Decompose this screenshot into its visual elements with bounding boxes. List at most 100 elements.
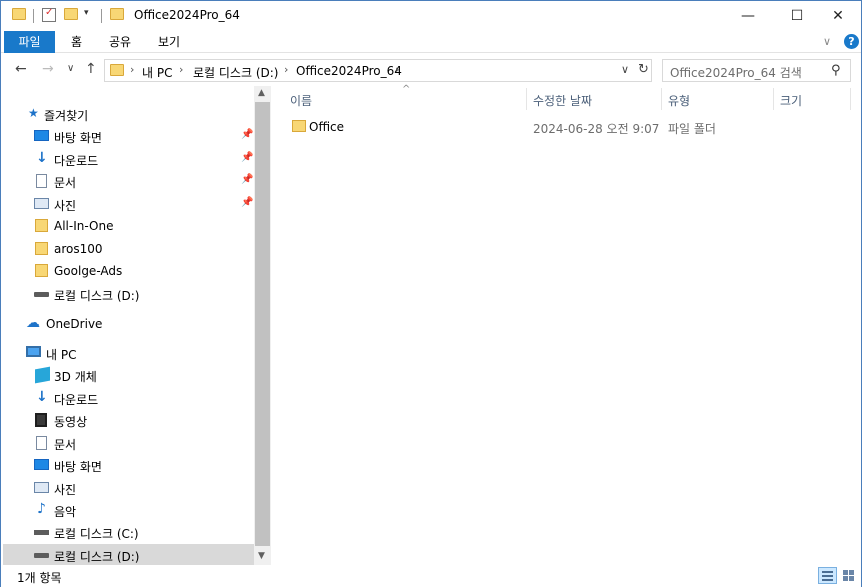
item-count: 1개 항목 [17, 571, 62, 585]
desktop-icon [34, 459, 49, 470]
help-icon[interactable]: ? [844, 34, 859, 49]
sidebar-item-label: 로컬 디스크 (D:) [54, 289, 140, 303]
breadcrumb-current-folder[interactable]: Office2024Pro_64 [296, 64, 402, 78]
sidebar-item-quick-access[interactable]: ★ 즐겨찾기 [3, 103, 254, 125]
quick-access-toolbar-dropdown-icon[interactable]: ▾ [84, 8, 89, 18]
sidebar-item-local-disk-d[interactable]: 로컬 디스크 (D:) [3, 544, 254, 565]
sidebar-item-label: 로컬 디스크 (D:) [54, 550, 140, 564]
forward-button[interactable]: → [42, 61, 54, 77]
column-divider[interactable] [661, 88, 662, 110]
sidebar-item-all-in-one[interactable]: All-In-One [3, 215, 254, 237]
document-icon [36, 436, 47, 450]
folder-icon [35, 219, 48, 232]
scroll-up-icon[interactable]: ▲ [258, 88, 265, 98]
sidebar-item-label: 사진 [54, 199, 77, 213]
pictures-icon [34, 482, 49, 493]
large-icons-view-button[interactable] [840, 567, 857, 584]
file-date-modified: 2024-06-28 오전 9:07 [533, 122, 660, 136]
folder-icon [35, 264, 48, 277]
breadcrumb-local-disk-d[interactable]: 로컬 디스크 (D:) [193, 64, 278, 81]
sidebar-item-documents[interactable]: 문서 📌 [3, 170, 254, 192]
tab-share[interactable]: 공유 [109, 31, 131, 53]
sidebar-item-downloads[interactable]: ↓ 다운로드 📌 [3, 148, 254, 170]
sidebar-item-local-disk-d-quick[interactable]: 로컬 디스크 (D:) [3, 283, 254, 305]
tab-home[interactable]: 홈 [71, 31, 82, 53]
sidebar-item-pc-desktop[interactable]: 바탕 화면 [3, 454, 254, 476]
search-box[interactable]: Office2024Pro_64 검색 ⚲ [662, 59, 851, 82]
sidebar-item-goolge-ads[interactable]: Goolge-Ads [3, 260, 254, 282]
status-bar: 1개 항목 [1, 565, 861, 587]
search-input[interactable]: Office2024Pro_64 검색 [670, 64, 802, 81]
column-header-size[interactable]: 크기 [780, 92, 802, 109]
sidebar-item-pc-documents[interactable]: 문서 [3, 432, 254, 454]
navigation-bar: ← → ∨ ↑ › 내 PC › 로컬 디스크 (D:) › Office202… [1, 57, 861, 85]
properties-icon[interactable]: ✓ [42, 7, 56, 22]
large-icons-view-icon [843, 570, 848, 575]
column-header-type[interactable]: 유형 [668, 92, 690, 109]
sidebar-item-3d-objects[interactable]: 3D 개체 [3, 364, 254, 386]
breadcrumb-separator[interactable]: › [130, 63, 134, 76]
sidebar-item-label: 음악 [54, 505, 77, 519]
address-bar[interactable]: › 내 PC › 로컬 디스크 (D:) › Office2024Pro_64 … [104, 59, 652, 82]
sidebar-item-pictures[interactable]: 사진 📌 [3, 193, 254, 215]
desktop-icon [34, 130, 49, 141]
sidebar-item-pc-pictures[interactable]: 사진 [3, 477, 254, 499]
breadcrumb-separator[interactable]: › [395, 63, 399, 76]
sidebar-item-label: 바탕 화면 [54, 131, 102, 145]
column-header-name[interactable]: 이름 [290, 92, 312, 109]
navigation-pane-scrollbar[interactable]: ▲ ▼ [254, 86, 271, 565]
expand-ribbon-icon[interactable]: ∨ [823, 35, 831, 48]
sidebar-item-this-pc[interactable]: 내 PC [3, 342, 254, 364]
tab-file[interactable]: 파일 [4, 31, 55, 53]
sidebar-item-music[interactable]: ♪ 음악 [3, 499, 254, 521]
column-divider[interactable] [773, 88, 774, 110]
sidebar-item-label: 다운로드 [54, 393, 99, 407]
column-divider[interactable] [526, 88, 527, 110]
recent-locations-button[interactable]: ∨ [67, 63, 74, 74]
window-title: Office2024Pro_64 [134, 8, 240, 22]
sidebar-item-label: 사진 [54, 483, 77, 497]
sidebar-item-label: 3D 개체 [54, 370, 97, 384]
up-button[interactable]: ↑ [85, 61, 97, 77]
sidebar-item-local-disk-c[interactable]: 로컬 디스크 (C:) [3, 521, 254, 543]
search-icon[interactable]: ⚲ [831, 63, 841, 78]
sidebar-item-label: 로컬 디스크 (C:) [54, 527, 139, 541]
file-name: Office [309, 120, 345, 134]
file-list: 이름 ^ 수정한 날짜 유형 크기 Office 2024-06-28 오전 9… [272, 84, 860, 565]
sidebar-item-label: 문서 [54, 176, 77, 190]
address-dropdown-icon[interactable]: ∨ [621, 63, 629, 76]
scrollbar-thumb[interactable] [255, 102, 270, 546]
large-icons-view-icon [849, 576, 854, 581]
maximize-button[interactable]: ☐ [774, 1, 820, 31]
folder-icon [292, 120, 306, 132]
minimize-button[interactable]: — [725, 1, 771, 31]
explorer-window: ✓ ▾ Office2024Pro_64 — ☐ ✕ 파일 홈 공유 보기 ∨ … [0, 0, 862, 587]
star-icon: ★ [28, 106, 39, 120]
sidebar-item-label: 내 PC [46, 348, 77, 362]
refresh-icon[interactable]: ↻ [638, 62, 649, 77]
sidebar-item-desktop[interactable]: 바탕 화면 📌 [3, 125, 254, 147]
sidebar-item-pc-downloads[interactable]: ↓ 다운로드 [3, 387, 254, 409]
sidebar-item-onedrive[interactable]: ☁ OneDrive [3, 313, 254, 335]
3d-objects-icon [35, 366, 50, 384]
close-button[interactable]: ✕ [815, 1, 861, 31]
details-view-button[interactable] [818, 567, 837, 584]
breadcrumb-separator[interactable]: › [284, 63, 288, 76]
scroll-down-icon[interactable]: ▼ [258, 551, 265, 561]
column-divider[interactable] [850, 88, 851, 110]
breadcrumb-separator[interactable]: › [179, 63, 183, 76]
pin-icon: 📌 [241, 197, 254, 208]
new-folder-icon[interactable] [64, 8, 78, 20]
column-header-date[interactable]: 수정한 날짜 [533, 92, 592, 109]
computer-icon [26, 346, 41, 357]
details-view-icon [822, 579, 833, 581]
breadcrumb-this-pc[interactable]: 내 PC [142, 64, 172, 81]
back-button[interactable]: ← [15, 61, 27, 77]
title-bar: ✓ ▾ Office2024Pro_64 — ☐ ✕ [1, 1, 861, 31]
tab-view[interactable]: 보기 [158, 31, 180, 53]
folder-icon [35, 242, 48, 255]
divider [101, 9, 102, 23]
sidebar-item-aros100[interactable]: aros100 [3, 238, 254, 260]
sidebar-item-videos[interactable]: 동영상 [3, 409, 254, 431]
table-row[interactable]: Office 2024-06-28 오전 9:07 파일 폴더 [286, 116, 846, 138]
